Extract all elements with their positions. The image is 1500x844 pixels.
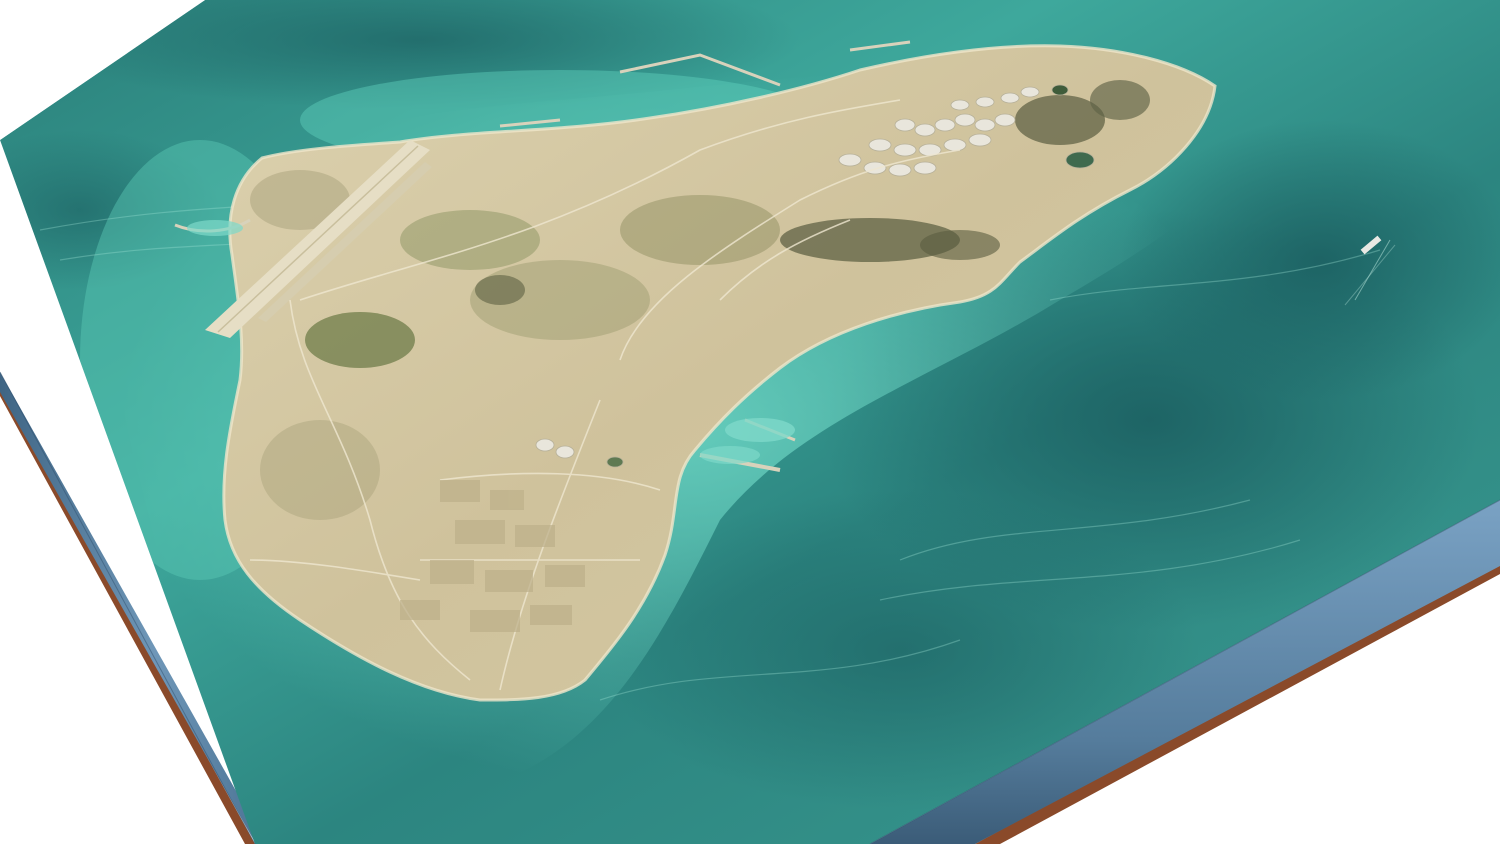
terrain-block-svg [0,0,1500,844]
vegetation-patch [400,210,540,270]
hill-ridge [475,275,525,305]
hill-ridge [920,230,1000,260]
vegetation-patch [260,420,380,520]
hill-ridge [1090,80,1150,120]
vegetation-patch [305,312,415,368]
block-top [0,0,1500,844]
terrain-block-render [0,0,1500,844]
vegetation-patch [620,195,780,265]
